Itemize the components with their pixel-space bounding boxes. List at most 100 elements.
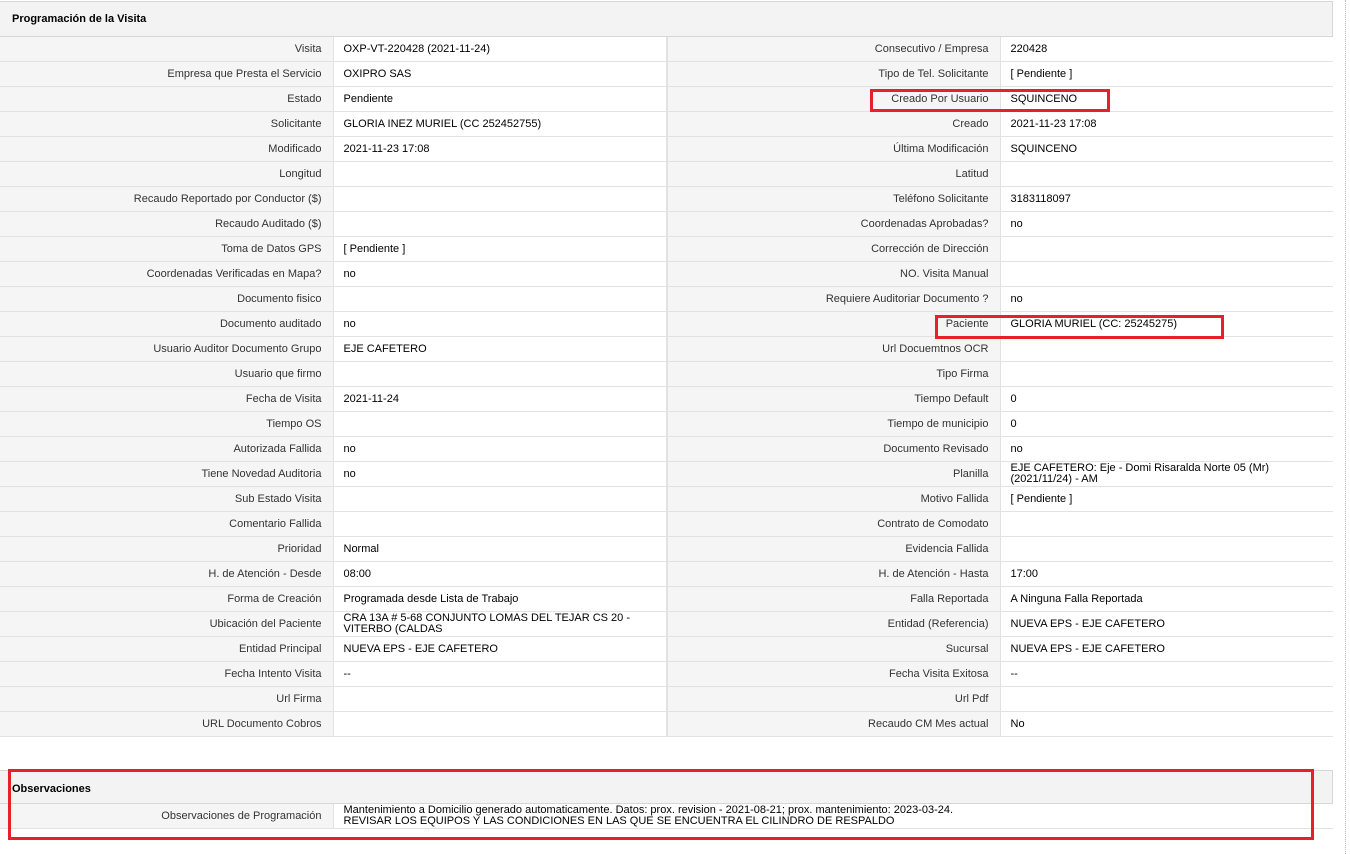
field-label: Recaudo CM Mes actual bbox=[667, 711, 1000, 737]
field-label: Comentario Fallida bbox=[0, 511, 333, 537]
detail-row: Forma de Creación Programada desde Lista … bbox=[0, 586, 1333, 612]
field-value: Normal bbox=[332, 536, 668, 562]
field-label: NO. Visita Manual bbox=[667, 261, 1000, 287]
field-value bbox=[999, 161, 1333, 187]
detail-row: Fecha Intento Visita -- Fecha Visita Exit… bbox=[0, 661, 1333, 687]
section-title: Programación de la Visita bbox=[0, 2, 1332, 37]
field-value: -- bbox=[332, 661, 668, 687]
field-value bbox=[332, 161, 668, 187]
field-label: Recaudo Auditado ($) bbox=[0, 211, 333, 237]
detail-row: Ubicación del Paciente CRA 13A # 5-68 CON… bbox=[0, 611, 1333, 637]
detail-row: Tiempo OS Tiempo de municipio 0 bbox=[0, 411, 1333, 437]
field-label: Sucursal bbox=[667, 636, 1000, 662]
field-label: Fecha Visita Exitosa bbox=[667, 661, 1000, 687]
field-value: 2021-11-23 17:08 bbox=[332, 136, 668, 162]
detail-row: Longitud Latitud bbox=[0, 161, 1333, 187]
page-scroll-edge bbox=[1345, 0, 1346, 854]
field-label: H. de Atención - Hasta bbox=[667, 561, 1000, 587]
observaciones-panel: Observaciones Observaciones de Programac… bbox=[0, 770, 1333, 829]
field-label: Sub Estado Visita bbox=[0, 486, 333, 512]
field-value: 2021-11-24 bbox=[332, 386, 668, 412]
field-value: NUEVA EPS - EJE CAFETERO bbox=[999, 611, 1333, 637]
field-label: Tiempo Default bbox=[667, 386, 1000, 412]
field-label: Creado bbox=[667, 111, 1000, 137]
field-value: CRA 13A # 5-68 CONJUNTO LOMAS DEL TEJAR … bbox=[332, 611, 668, 637]
field-label: Fecha Intento Visita bbox=[0, 661, 333, 687]
field-value: 17:00 bbox=[999, 561, 1333, 587]
field-label: Tiempo de municipio bbox=[667, 411, 1000, 437]
observaciones-value: Mantenimiento a Domicilio generado autom… bbox=[332, 804, 1333, 829]
field-value bbox=[999, 536, 1333, 562]
field-label: Evidencia Fallida bbox=[667, 536, 1000, 562]
field-value: EJE CAFETERO bbox=[332, 336, 668, 362]
field-label: H. de Atención - Desde bbox=[0, 561, 333, 587]
field-value bbox=[999, 236, 1333, 262]
detail-row: Fecha de Visita 2021-11-24 Tiempo Default… bbox=[0, 386, 1333, 412]
field-value bbox=[332, 361, 668, 387]
field-label: Solicitante bbox=[0, 111, 333, 137]
field-label: Tipo Firma bbox=[667, 361, 1000, 387]
field-value: No bbox=[999, 711, 1333, 737]
detail-row: Usuario Auditor Documento Grupo EJE CAFET… bbox=[0, 336, 1333, 362]
field-value: 2021-11-23 17:08 bbox=[999, 111, 1333, 137]
field-value: no bbox=[332, 261, 668, 287]
field-label: URL Documento Cobros bbox=[0, 711, 333, 737]
detail-row: Prioridad Normal Evidencia Fallida bbox=[0, 536, 1333, 562]
field-value bbox=[332, 511, 668, 537]
detail-row: Modificado 2021-11-23 17:08 Última Modific… bbox=[0, 136, 1333, 162]
field-label: Teléfono Solicitante bbox=[667, 186, 1000, 212]
field-label: Estado bbox=[0, 86, 333, 112]
field-value: no bbox=[332, 436, 668, 462]
field-label: Longitud bbox=[0, 161, 333, 187]
field-label: Creado Por Usuario bbox=[667, 86, 1000, 112]
field-label: Tipo de Tel. Solicitante bbox=[667, 61, 1000, 87]
detail-row: H. de Atención - Desde 08:00 H. de Atenció… bbox=[0, 561, 1333, 587]
field-label: Consecutivo / Empresa bbox=[667, 37, 1000, 62]
detail-row: Recaudo Auditado ($) Coordenadas Aprobada… bbox=[0, 211, 1333, 237]
field-label: Entidad (Referencia) bbox=[667, 611, 1000, 637]
field-label: Coordenadas Verificadas en Mapa? bbox=[0, 261, 333, 287]
field-value: no bbox=[332, 461, 668, 487]
field-value: no bbox=[999, 286, 1333, 312]
field-value bbox=[332, 286, 668, 312]
field-value bbox=[999, 686, 1333, 712]
field-label: Entidad Principal bbox=[0, 636, 333, 662]
observaciones-row: Observaciones de Programación Mantenimie… bbox=[0, 804, 1333, 829]
field-value: A Ninguna Falla Reportada bbox=[999, 586, 1333, 612]
field-value: no bbox=[999, 436, 1333, 462]
field-value bbox=[332, 686, 668, 712]
field-label: Tiempo OS bbox=[0, 411, 333, 437]
field-value bbox=[332, 186, 668, 212]
field-label: Documento Revisado bbox=[667, 436, 1000, 462]
field-value: OXP-VT-220428 (2021-11-24) bbox=[332, 37, 668, 62]
field-label: Prioridad bbox=[0, 536, 333, 562]
detail-row: Sub Estado Visita Motivo Fallida[ Pendien… bbox=[0, 486, 1333, 512]
field-value bbox=[332, 211, 668, 237]
detail-row: Solicitante GLORIA INEZ MURIEL (CC 252452… bbox=[0, 111, 1333, 137]
field-value: no bbox=[332, 311, 668, 337]
detail-row: Documento fisico Requiere Auditoriar Docu… bbox=[0, 286, 1333, 312]
field-value: 0 bbox=[999, 411, 1333, 437]
field-label: Usuario Auditor Documento Grupo bbox=[0, 336, 333, 362]
observaciones-label: Observaciones de Programación bbox=[0, 804, 333, 829]
field-value: OXIPRO SAS bbox=[332, 61, 668, 87]
field-label: Contrato de Comodato bbox=[667, 511, 1000, 537]
detail-row: Autorizada Fallida no Documento Revisado … bbox=[0, 436, 1333, 462]
detail-row: Recaudo Reportado por Conductor ($) Teléf… bbox=[0, 186, 1333, 212]
detail-row: Tiene Novedad Auditoria no Planilla EJE CA… bbox=[0, 461, 1333, 487]
detail-row: Empresa que Presta el Servicio OXIPRO SAS… bbox=[0, 61, 1333, 87]
field-label: Última Modificación bbox=[667, 136, 1000, 162]
observaciones-line-2: REVISAR LOS EQUIPOS Y LAS CONDICIONES EN… bbox=[343, 815, 895, 827]
detail-row: Url Firma Url Pdf bbox=[0, 686, 1333, 712]
field-label: Latitud bbox=[667, 161, 1000, 187]
detail-row: URL Documento Cobros Recaudo CM Mes actua… bbox=[0, 711, 1333, 737]
field-value: SQUINCENO bbox=[999, 86, 1333, 112]
field-value: 0 bbox=[999, 386, 1333, 412]
field-value: SQUINCENO bbox=[999, 136, 1333, 162]
field-label: Recaudo Reportado por Conductor ($) bbox=[0, 186, 333, 212]
field-label: Documento auditado bbox=[0, 311, 333, 337]
field-value bbox=[332, 486, 668, 512]
detail-row: Comentario Fallida Contrato de Comodato bbox=[0, 511, 1333, 537]
field-label: Visita bbox=[0, 37, 333, 62]
field-value bbox=[332, 711, 668, 737]
